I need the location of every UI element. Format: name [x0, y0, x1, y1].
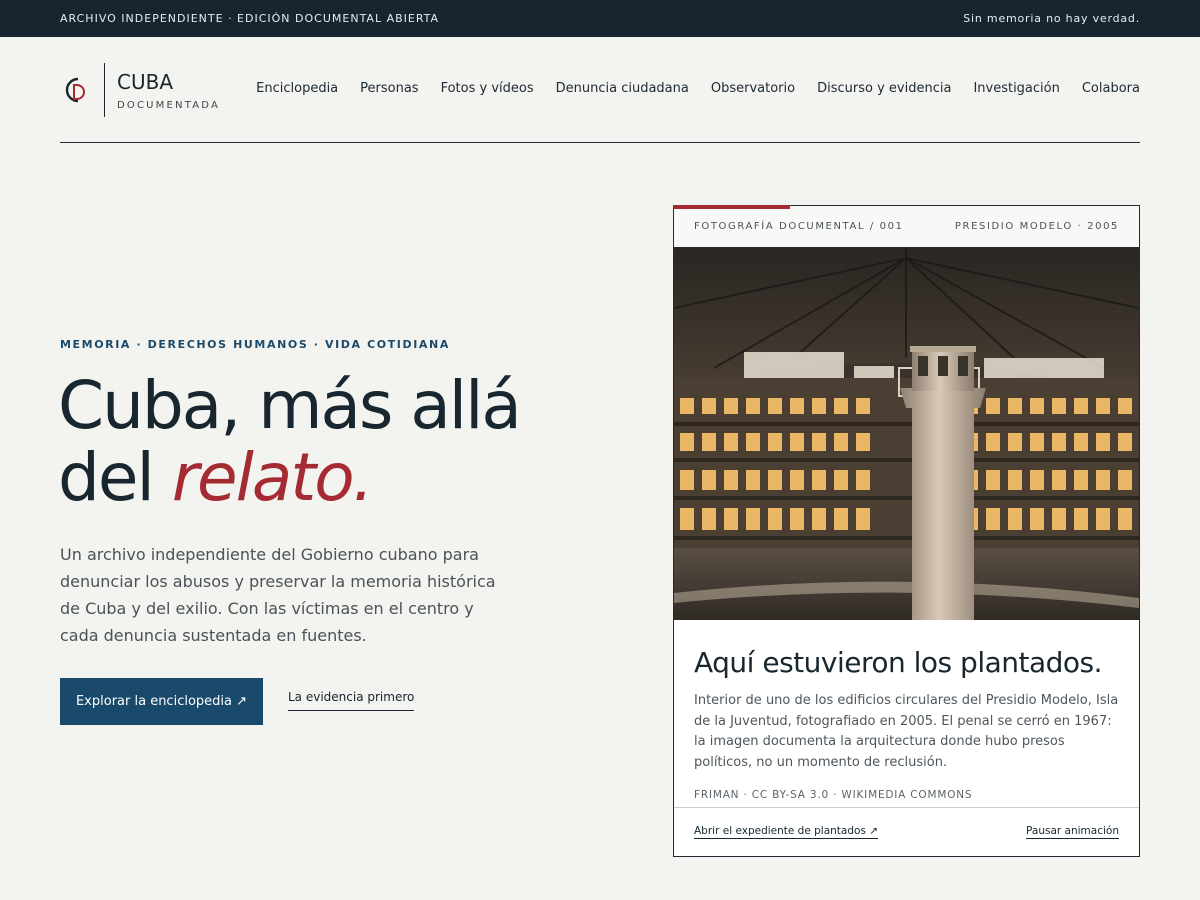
featured-photo-card: FOTOGRAFÍA DOCUMENTAL / 001 PRESIDIO MOD…: [673, 205, 1140, 857]
nav-item-observatorio[interactable]: Observatorio: [711, 81, 795, 96]
presidio-modelo-photo: [674, 248, 1139, 620]
main-nav: Enciclopedia Personas Fotos y vídeos Den…: [256, 81, 1140, 96]
evidence-first-link[interactable]: La evidencia primero: [288, 690, 415, 711]
open-plantados-file-link[interactable]: Abrir el expediente de plantados ↗: [694, 825, 879, 839]
card-kicker-right: PRESIDIO MODELO · 2005: [954, 221, 1119, 232]
top-strip-tagline: ARCHIVO INDEPENDIENTE · EDICIÓN DOCUMENT…: [60, 12, 440, 25]
nav-item-enciclopedia[interactable]: Enciclopedia: [256, 81, 338, 96]
logo-title: CUBA: [117, 69, 174, 94]
card-footer: Abrir el expediente de plantados ↗ Pausa…: [674, 807, 1139, 856]
nav-item-denuncia[interactable]: Denuncia ciudadana: [556, 81, 689, 96]
card-description: Interior de uno de los edificios circula…: [694, 693, 1119, 770]
cd-monogram-icon: [60, 63, 94, 117]
nav-item-investigacion[interactable]: Investigación: [973, 81, 1059, 96]
explore-encyclopedia-button[interactable]: Explorar la enciclopedia ↗: [60, 678, 263, 725]
photo-credit: FRIMAN · CC BY-SA 3.0 · WIKIMEDIA COMMON…: [694, 789, 973, 801]
site-header: CUBA DOCUMENTADA Enciclopedia Personas F…: [60, 37, 1140, 143]
card-body: Aquí estuvieron los plantados. Interior …: [674, 620, 1139, 801]
logo-subtitle: DOCUMENTADA: [117, 99, 221, 111]
top-strip-motto: Sin memoria no hay verdad.: [963, 12, 1140, 25]
headline-accent-word: relato.: [171, 439, 374, 516]
top-strip: ARCHIVO INDEPENDIENTE · EDICIÓN DOCUMENT…: [0, 0, 1200, 37]
headline-line-2: del: [58, 439, 172, 516]
nav-item-fotos-videos[interactable]: Fotos y vídeos: [441, 81, 534, 96]
nav-item-colabora[interactable]: Colabora: [1082, 81, 1140, 96]
logo-divider: [104, 63, 105, 117]
nav-item-discurso[interactable]: Discurso y evidencia: [817, 81, 951, 96]
nav-item-personas[interactable]: Personas: [360, 81, 418, 96]
card-header: FOTOGRAFÍA DOCUMENTAL / 001 PRESIDIO MOD…: [674, 206, 1139, 248]
headline-line-1: Cuba, más allá: [58, 367, 522, 444]
site-logo[interactable]: CUBA DOCUMENTADA: [60, 63, 220, 117]
pause-animation-link[interactable]: Pausar animación: [1026, 825, 1119, 839]
hero-lead: Un archivo independiente del Gobierno cu…: [60, 545, 496, 645]
logo-text: CUBA DOCUMENTADA: [117, 63, 220, 117]
card-accent-bar: [673, 205, 790, 209]
hero-eyebrow: MEMORIA · DERECHOS HUMANOS · VIDA COTIDI…: [60, 338, 450, 351]
card-kicker-left: FOTOGRAFÍA DOCUMENTAL / 001: [694, 221, 904, 232]
card-title: Aquí estuvieron los plantados.: [694, 646, 1103, 679]
hero-headline: Cuba, más allá del relato.: [58, 370, 618, 514]
